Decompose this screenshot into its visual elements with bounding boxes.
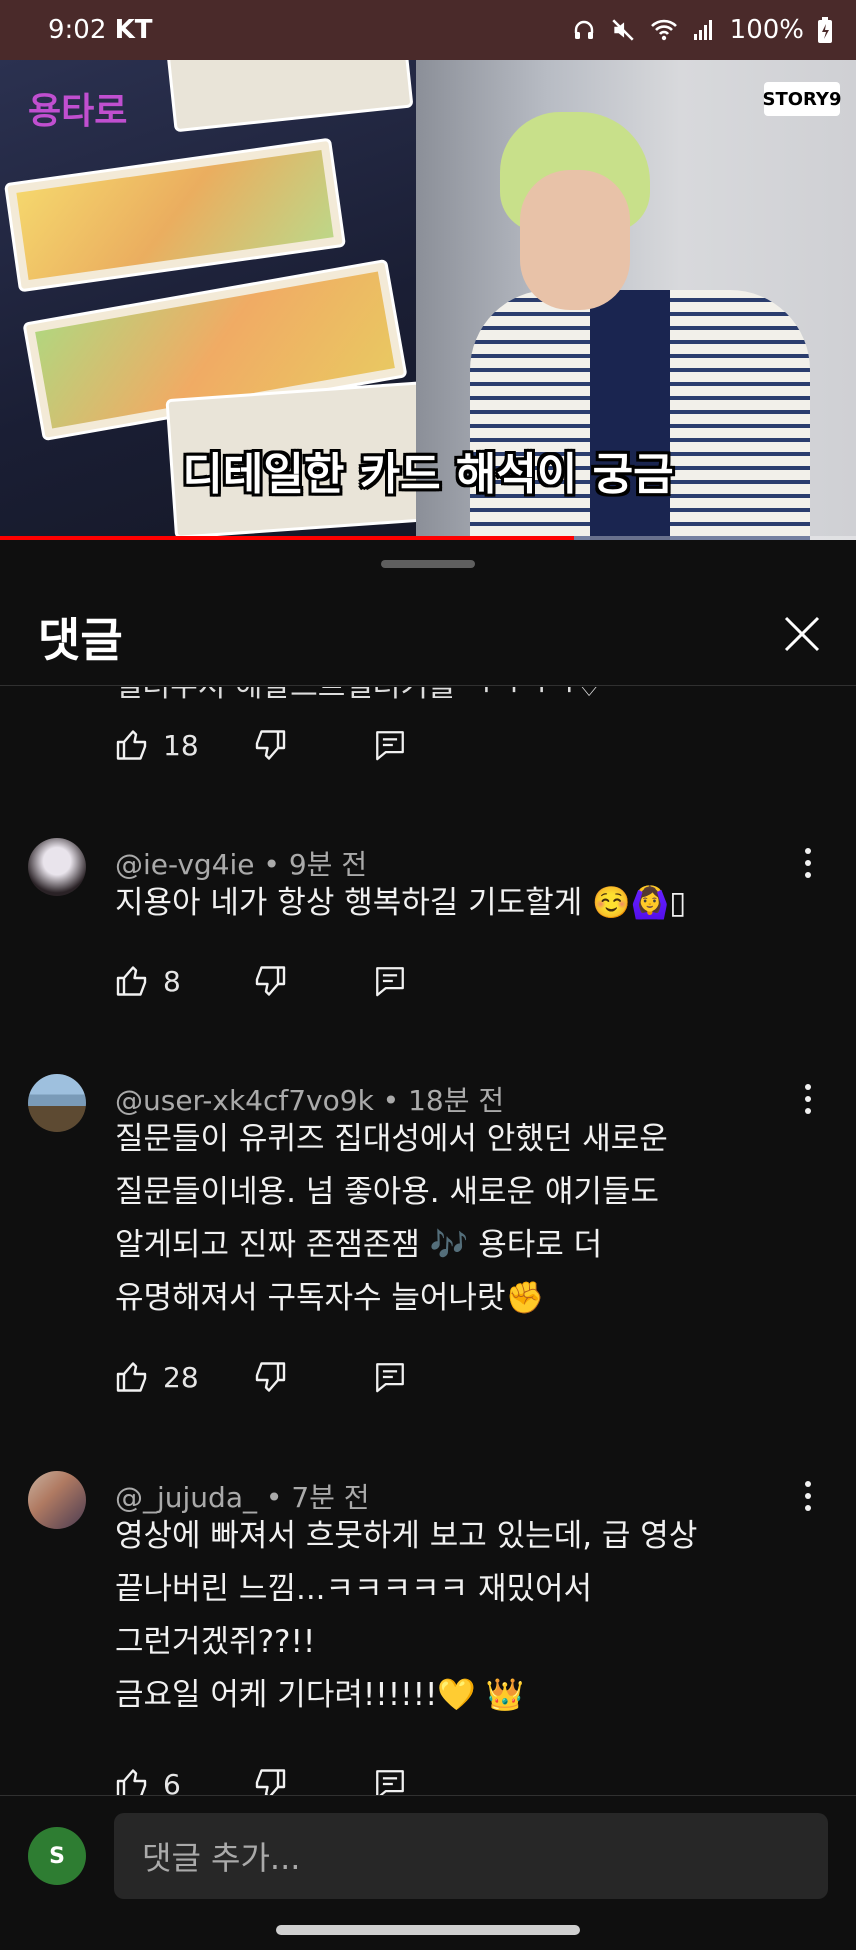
comment-text: 질문들이 유퀴즈 집대성에서 안했던 새로운 질문들이네용. 넘 좋아용. 새로… bbox=[115, 1121, 668, 1316]
close-icon bbox=[784, 616, 820, 652]
more-options-button[interactable] bbox=[800, 1476, 816, 1516]
more-options-button[interactable] bbox=[800, 843, 816, 883]
like-count: 8 bbox=[163, 964, 181, 998]
avatar[interactable] bbox=[28, 1074, 86, 1132]
dislike-button[interactable] bbox=[251, 1766, 373, 1795]
add-comment-input[interactable]: 댓글 추가... bbox=[114, 1813, 828, 1899]
status-icons: 100% bbox=[572, 15, 832, 45]
comment-text: 지용아 네가 항상 행복하길 기도할게 ☺️🙆‍♀️▯ bbox=[115, 885, 687, 921]
thumbs-up-icon bbox=[116, 1769, 147, 1795]
like-count: 6 bbox=[163, 1767, 181, 1796]
wifi-icon bbox=[650, 19, 677, 41]
status-bar: 9:02 KT 100% bbox=[0, 0, 856, 60]
like-count: 18 bbox=[163, 728, 199, 762]
dislike-button[interactable] bbox=[251, 963, 373, 999]
headphones-icon bbox=[574, 20, 593, 39]
self-avatar[interactable]: S bbox=[28, 1827, 86, 1885]
reply-button[interactable] bbox=[373, 964, 407, 998]
reply-button[interactable] bbox=[373, 1767, 407, 1795]
video-caption: 디테일한 카드 해석이 궁금 bbox=[182, 449, 674, 500]
thumbs-up-icon bbox=[116, 966, 147, 996]
person-figure bbox=[470, 290, 810, 540]
tarot-card bbox=[3, 137, 347, 293]
mute-icon bbox=[611, 19, 634, 41]
comments-list[interactable]: 일러주서 해탈스트일러기를 ㅋㅋㅋㅋ♡ 18 @ie-vg4ie • 9분 전 … bbox=[0, 687, 856, 1795]
like-button[interactable]: 18 bbox=[115, 727, 251, 763]
comments-header: 댓글 bbox=[0, 580, 856, 686]
avatar[interactable] bbox=[28, 1471, 86, 1529]
home-indicator[interactable] bbox=[276, 1925, 580, 1935]
thumbs-down-icon bbox=[255, 966, 286, 996]
person-face bbox=[520, 170, 630, 310]
thumbs-up-icon bbox=[116, 1362, 147, 1392]
thumbs-down-icon bbox=[255, 730, 286, 760]
brand-logo: STORY9 bbox=[763, 82, 842, 116]
close-button[interactable] bbox=[778, 610, 826, 658]
thumbs-down-icon bbox=[255, 1769, 286, 1795]
battery-percent: 100% bbox=[729, 15, 804, 45]
dislike-button[interactable] bbox=[251, 1359, 373, 1395]
like-count: 28 bbox=[163, 1360, 199, 1394]
like-button[interactable]: 6 bbox=[115, 1766, 251, 1795]
comment-actions: 6 bbox=[115, 1764, 407, 1795]
panel-title: 댓글 bbox=[38, 613, 123, 667]
reply-button[interactable] bbox=[373, 728, 407, 762]
dislike-button[interactable] bbox=[251, 727, 373, 763]
reply-icon bbox=[376, 1363, 404, 1393]
comment-actions: 28 bbox=[115, 1357, 407, 1397]
status-time: 9:02 KT bbox=[48, 15, 153, 45]
comments-panel: 댓글 일러주서 해탈스트일러기를 ㅋㅋㅋㅋ♡ 18 @ie-vg4ie • 9분… bbox=[0, 540, 856, 1950]
channel-logo: 용타로 bbox=[28, 91, 128, 132]
comment-item: @user-xk4cf7vo9k • 18분 전 질문들이 유퀴즈 집대성에서 … bbox=[0, 1051, 856, 1401]
thumbs-up-icon bbox=[116, 730, 147, 760]
comment-actions: 8 bbox=[115, 961, 407, 1001]
reply-icon bbox=[376, 1770, 404, 1795]
signal-icon bbox=[693, 20, 712, 40]
like-button[interactable]: 8 bbox=[115, 963, 251, 999]
battery-icon bbox=[818, 17, 832, 43]
more-options-button[interactable] bbox=[800, 1079, 816, 1119]
reply-button[interactable] bbox=[373, 1360, 407, 1394]
partial-comment-text: 일러주서 해탈스트일러기를 ㅋㅋㅋㅋ♡ bbox=[115, 687, 603, 705]
video-player[interactable]: 용타로 STORY9 디테일한 카드 해석이 궁금 bbox=[0, 60, 856, 540]
comment-actions: 18 bbox=[115, 725, 407, 765]
reply-icon bbox=[376, 967, 404, 997]
drag-handle[interactable] bbox=[381, 560, 475, 568]
comment-item: @_jujuda_ • 7분 전 영상에 빠져서 흐뭇하게 보고 있는데, 급 … bbox=[0, 1448, 856, 1795]
comment-item: @ie-vg4ie • 9분 전 지용아 네가 항상 행복하길 기도할게 ☺️🙆… bbox=[0, 815, 856, 1005]
comment-text: 영상에 빠져서 흐뭇하게 보고 있는데, 급 영상 끝나버린 느낌...ㅋㅋㅋㅋ… bbox=[115, 1518, 698, 1713]
like-button[interactable]: 28 bbox=[115, 1359, 251, 1395]
reply-icon bbox=[376, 731, 404, 761]
avatar[interactable] bbox=[28, 838, 86, 896]
thumbs-down-icon bbox=[255, 1362, 286, 1392]
add-comment-bar: S 댓글 추가... bbox=[0, 1795, 856, 1905]
tarot-card bbox=[166, 60, 414, 133]
